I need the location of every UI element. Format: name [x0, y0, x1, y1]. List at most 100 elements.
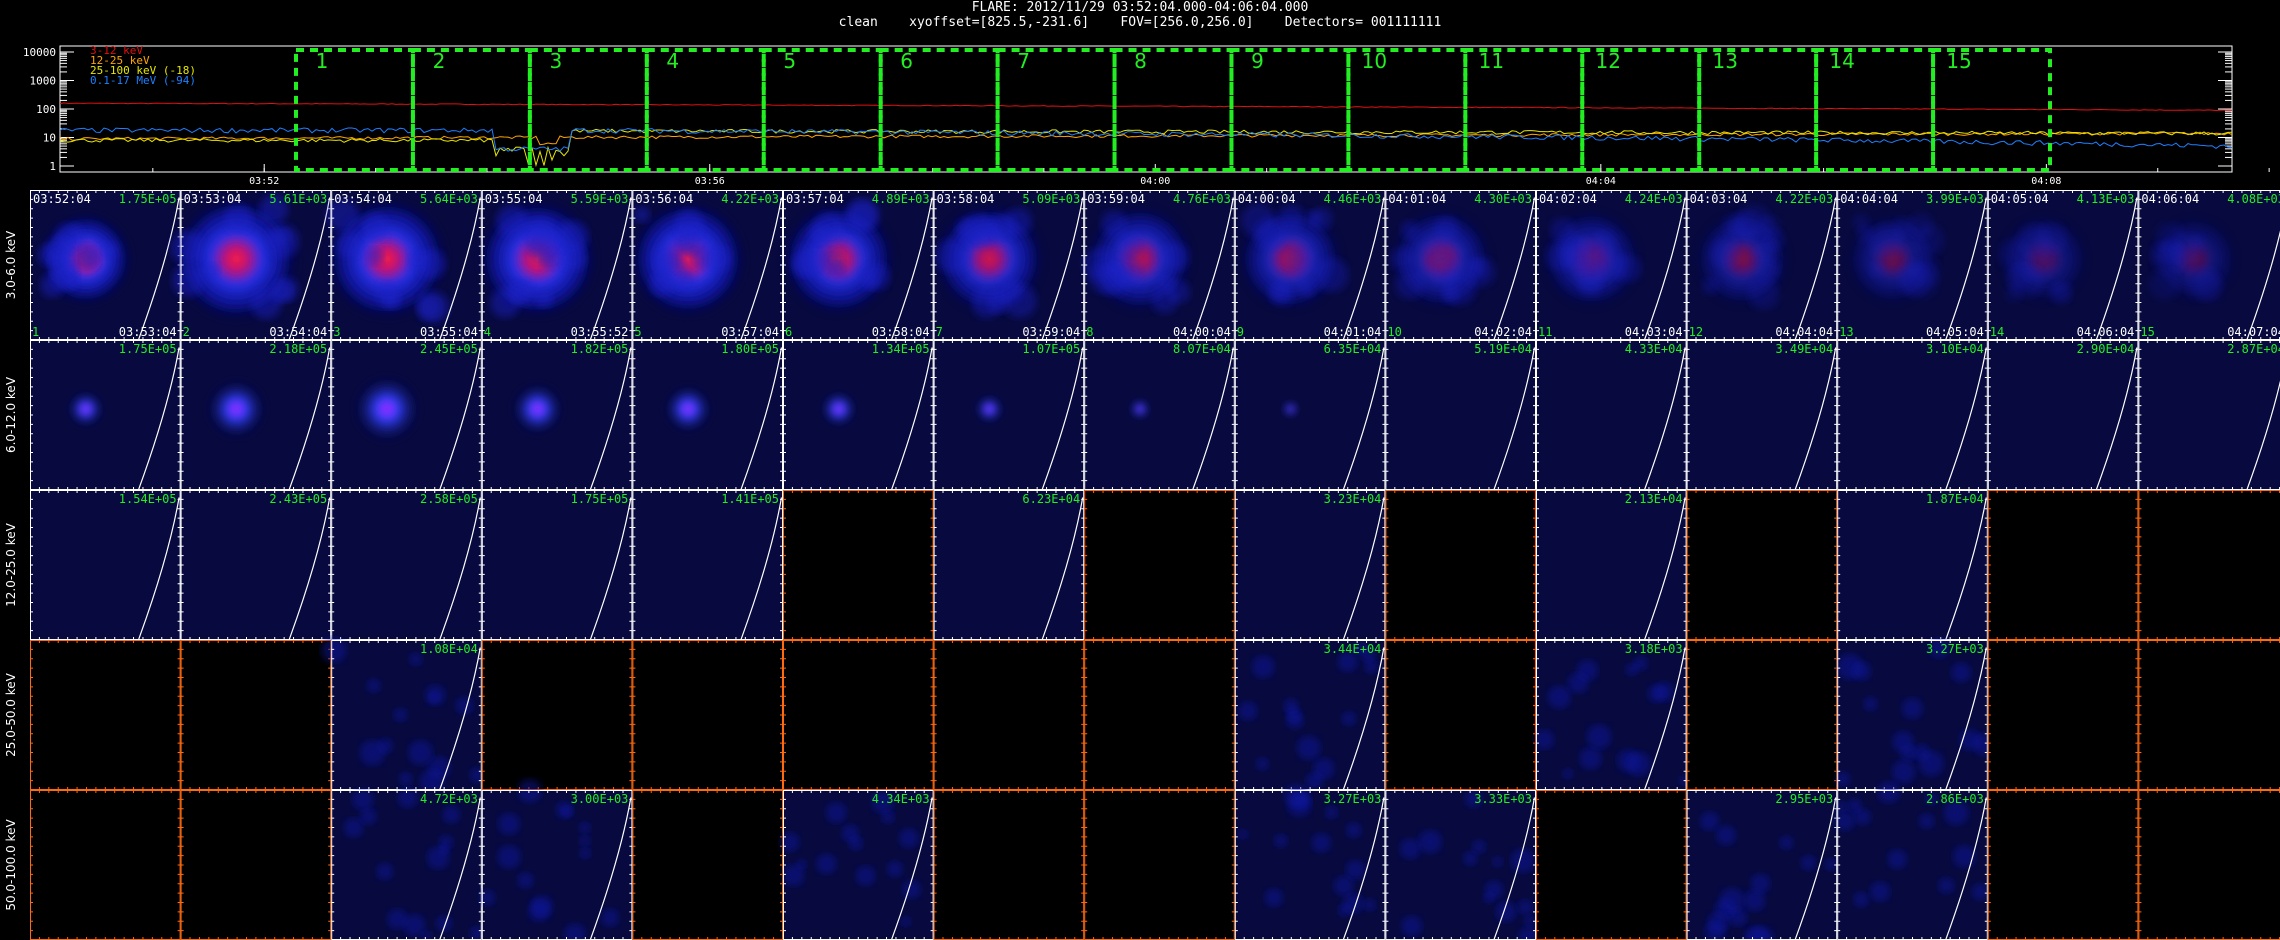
noise-blob: [425, 684, 446, 706]
image-cell-background: [30, 490, 181, 640]
image-cell: 5.19E+04: [1385, 340, 1537, 491]
image-cell: 1.08E+04: [321, 637, 485, 794]
image-cell-background: [1987, 640, 2139, 790]
interval-number: 3: [333, 325, 340, 339]
interval-start-time: 04:00:04: [1238, 192, 1296, 206]
interval-end-time: 03:58:04: [872, 325, 930, 339]
noise-blob: [1296, 735, 1321, 760]
image-cell-background: [2138, 490, 2280, 640]
interval-number: 8: [1086, 325, 1093, 339]
source-emission-blob: [1464, 256, 1496, 288]
noise-blob: [1284, 784, 1309, 809]
source-emission-blob: [960, 213, 995, 249]
source-emission-blob: [1903, 263, 1939, 298]
interval-number: 1: [32, 325, 39, 339]
source-emission-blob: [829, 261, 846, 278]
peak-value-label: 4.13E+03: [2077, 192, 2135, 206]
interval-end-time: 03:57:04: [721, 325, 779, 339]
source-emission-blob: [2022, 250, 2055, 283]
image-cell: [1987, 640, 2139, 790]
interval-number: 10: [1387, 325, 1401, 339]
noise-blob: [359, 808, 377, 825]
source-emission-blob: [1305, 209, 1322, 227]
image-cell-background: [933, 340, 1085, 490]
source-emission-blob: [2051, 281, 2073, 303]
source-emission-blob: [1573, 259, 1605, 290]
source-emission-blob: [2171, 233, 2202, 264]
noise-blob: [561, 805, 573, 818]
peak-value-label: 4.08E+03: [2227, 192, 2280, 206]
image-cell-background: [481, 640, 633, 790]
source-emission: [352, 375, 421, 443]
image-cell: [2138, 640, 2280, 790]
image-cell-background: [1234, 490, 1386, 640]
image-cell: [2138, 490, 2280, 640]
image-cell: 2.90E+04: [1987, 340, 2139, 491]
noise-blob: [816, 853, 837, 875]
noise-blob: [1333, 875, 1354, 896]
noise-blob: [1647, 684, 1666, 703]
image-cell: [1686, 640, 1838, 790]
noise-blob: [579, 835, 591, 847]
noise-blob: [1363, 898, 1376, 912]
source-emission: [820, 391, 857, 427]
image-cell-background: [1084, 790, 1235, 940]
noise-blob: [1418, 830, 1442, 854]
noise-blob: [398, 772, 413, 786]
source-emission-blob: [509, 281, 535, 306]
source-emission: [206, 379, 267, 439]
source-emission-blob: [271, 228, 291, 248]
source-emission-blob: [677, 273, 698, 293]
interval-number: 15: [2140, 325, 2154, 339]
interval-end-time: 03:55:04: [420, 325, 478, 339]
source-emission-blob: [633, 206, 651, 223]
noise-blob: [848, 836, 863, 851]
image-cell: [1084, 640, 1235, 790]
noise-blob: [1346, 822, 1362, 838]
peak-value-label: 1.80E+05: [721, 342, 779, 356]
source-emission: [975, 395, 1004, 423]
image-cell-background: [180, 790, 332, 940]
noise-blob: [855, 865, 876, 886]
source-emission: [664, 385, 713, 433]
noise-blob: [1567, 672, 1589, 694]
interval-number: 4: [484, 325, 491, 339]
source-emission-blob: [172, 264, 205, 297]
image-cell: [632, 640, 784, 790]
image-cell: 1.75E+05: [30, 340, 181, 491]
source-emission-blob: [996, 277, 1023, 304]
source-emission-blob: [407, 249, 428, 271]
interval-start-time: 04:02:04: [1539, 192, 1597, 206]
image-cell: 1.54E+05: [30, 490, 181, 641]
noise-blob: [1251, 655, 1275, 679]
peak-value-label: 1.54E+05: [119, 492, 177, 506]
interval-start-time: 03:55:04: [485, 192, 543, 206]
noise-blob: [1273, 833, 1288, 848]
image-cell-background: [1385, 340, 1536, 490]
noise-blob: [1399, 838, 1421, 860]
peak-value-label: 5.64E+03: [420, 192, 478, 206]
noise-blob: [1341, 711, 1357, 726]
peak-value-label: 2.18E+05: [269, 342, 327, 356]
peak-value-label: 3.49E+04: [1775, 342, 1833, 356]
source-emission-blob: [1748, 278, 1780, 310]
peak-value-label: 3.23E+04: [1324, 492, 1382, 506]
noise-blob: [426, 846, 450, 870]
source-emission-blob: [170, 230, 205, 265]
image-cell: 3.44E+04: [1234, 640, 1386, 791]
peak-value-label: 2.45E+05: [420, 342, 478, 356]
image-cell: [933, 640, 1085, 790]
image-cell: [180, 790, 332, 940]
interval-end-time: 03:59:04: [1022, 325, 1080, 339]
energy-band-label: 3.0-6.0 keV: [4, 230, 18, 299]
image-cell: 4.46E+03 04:00:04 04:01:04 9: [1234, 190, 1386, 341]
image-cell-background: [1686, 340, 1838, 490]
image-cell: [1084, 490, 1235, 640]
image-cell: [180, 640, 332, 790]
noise-blob: [1918, 750, 1944, 777]
noise-blob: [902, 880, 921, 899]
source-emission-blob: [1241, 203, 1276, 238]
noise-blob: [1283, 698, 1299, 714]
image-cell-background: [1536, 640, 1687, 790]
image-cell: 1.75E+05 03:52:04 03:53:04 1: [30, 190, 181, 341]
